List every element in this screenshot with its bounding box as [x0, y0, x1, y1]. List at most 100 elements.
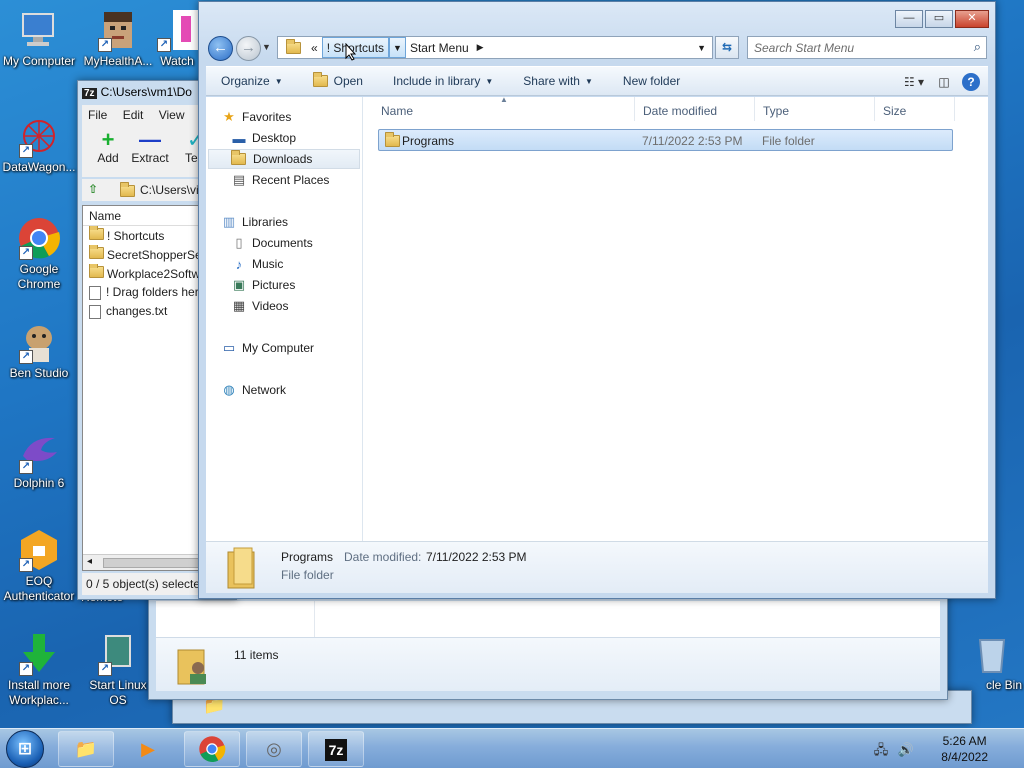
- chevron-down-icon: ▼: [274, 76, 283, 86]
- desktop-icon-my-computer[interactable]: My Computer: [1, 8, 77, 69]
- scroll-left-icon[interactable]: ◂: [87, 556, 92, 567]
- recent-pages-dropdown[interactable]: ▼: [262, 42, 271, 52]
- downloads-folder-icon: [231, 150, 246, 165]
- taskbar-chrome[interactable]: [184, 731, 240, 767]
- shortcut-arrow-icon: ↗: [19, 350, 33, 364]
- add-button[interactable]: + Add: [86, 127, 130, 166]
- shortcut-arrow-icon: ↗: [19, 246, 33, 260]
- refresh-button[interactable]: ⇆: [715, 36, 739, 59]
- start-button[interactable]: ⊞: [6, 730, 44, 768]
- back-button[interactable]: ←: [208, 36, 233, 61]
- details-date: 7/11/2022 2:53 PM: [426, 550, 527, 564]
- computer-icon: ▭: [222, 340, 236, 355]
- plus-icon: +: [101, 127, 115, 152]
- view-controls: ☷ ▾ ◫ ?: [896, 71, 980, 93]
- 7zip-icon: 7z: [324, 739, 348, 761]
- breadcrumb-start-menu[interactable]: Start Menu: [406, 37, 473, 58]
- desktop-icon-watch[interactable]: ↗ Watch: [152, 8, 202, 69]
- desktop-icon-install-workplace[interactable]: ↗ Install more Workplac...: [1, 632, 77, 708]
- extract-button[interactable]: — Extract: [128, 127, 172, 166]
- share-with-button[interactable]: Share with ▼: [508, 66, 608, 96]
- network-tray-icon[interactable]: 🖧: [874, 742, 889, 757]
- column-header-type[interactable]: Type: [755, 97, 875, 121]
- file-explorer-icon: 📁: [74, 739, 98, 759]
- details-type: File folder: [281, 568, 334, 582]
- minimize-button[interactable]: —: [895, 10, 923, 28]
- up-folder-icon[interactable]: ⇧: [88, 182, 98, 196]
- navigation-pane: ★ Favorites ▬ Desktop Downloads ▤ Recent Pl…: [206, 97, 363, 541]
- breadcrumb-overflow[interactable]: «: [307, 37, 322, 58]
- open-button[interactable]: Open: [298, 66, 378, 96]
- maximize-button[interactable]: ▭: [925, 10, 953, 28]
- nav-downloads[interactable]: Downloads: [208, 149, 360, 169]
- search-icon[interactable]: ⌕: [974, 39, 981, 55]
- clock-time: 5:26 AM: [942, 734, 987, 748]
- disc-burner-icon: ◎: [266, 739, 282, 759]
- taskbar-media-player[interactable]: ▶: [120, 731, 176, 767]
- details-pane: Programs Date modified: 7/11/2022 2:53 P…: [206, 541, 988, 593]
- nav-favorites[interactable]: ★ Favorites: [220, 107, 377, 127]
- address-bar[interactable]: « ! Shortcuts ▼ Start Menu ▶ ▼: [277, 36, 713, 59]
- new-folder-button[interactable]: New folder: [608, 66, 695, 96]
- clock[interactable]: 5:26 AM 8/4/2022: [941, 733, 988, 765]
- desktop-icon-myhealth[interactable]: ↗ MyHealthA...: [80, 8, 156, 69]
- network-graph-icon: ↗: [17, 114, 61, 158]
- chrome-icon: [198, 736, 226, 767]
- music-icon: ♪: [235, 256, 243, 272]
- libraries-icon: ▥: [222, 214, 236, 229]
- table-row[interactable]: Programs 7/11/2022 2:53 PM File folder: [378, 129, 953, 151]
- desktop-icon-dolphin[interactable]: ↗ Dolphin 6: [1, 430, 77, 491]
- column-header-date-modified[interactable]: Date modified: [635, 97, 755, 121]
- address-dropdown[interactable]: ▼: [697, 43, 706, 53]
- file-list[interactable]: Name ▲ Date modified Type Size Programs …: [363, 95, 988, 541]
- taskbar-7zip[interactable]: 7z: [308, 731, 364, 767]
- taskbar-disc-burner[interactable]: ◎: [246, 731, 302, 767]
- breadcrumb-shortcuts-dropdown[interactable]: ▼: [389, 37, 406, 58]
- close-button[interactable]: ✕: [955, 10, 989, 28]
- desktop-icon: ▬: [232, 130, 246, 146]
- mouse-cursor-icon: [345, 42, 357, 64]
- change-view-icon[interactable]: ☷ ▾: [902, 71, 926, 93]
- folder-icon: [89, 264, 104, 278]
- preview-pane-icon[interactable]: ◫: [932, 71, 956, 93]
- volume-icon[interactable]: 🔊: [898, 742, 914, 757]
- clock-date: 8/4/2022: [941, 750, 988, 764]
- minus-icon: —: [139, 127, 161, 152]
- help-icon[interactable]: ?: [962, 73, 980, 91]
- pixel-face-icon: ↗: [96, 8, 140, 52]
- organize-button[interactable]: Organize ▼: [206, 66, 298, 96]
- desktop-icon-start-linux[interactable]: ↗ Start Linux OS: [80, 632, 156, 708]
- include-in-library-button[interactable]: Include in library ▼: [378, 66, 508, 96]
- shortcut-arrow-icon: ↗: [98, 38, 112, 52]
- desktop-icon-google-chrome[interactable]: ↗ Google Chrome: [1, 216, 77, 292]
- desktop-icon-eoq[interactable]: ↗ EOQ Authenticator: [1, 528, 77, 604]
- menu-edit[interactable]: Edit: [117, 105, 150, 125]
- taskbar: ⊞ 📁 ▶ ◎ 7z 🖧 🔊 5:26 AM 8/4/2022: [0, 728, 1024, 768]
- column-header-size[interactable]: Size: [875, 97, 955, 121]
- explorer-window[interactable]: — ▭ ✕ ← → ▼ « ! Shortcuts ▼ Start Menu ▶…: [198, 1, 996, 599]
- file-icon: [89, 285, 101, 300]
- network-icon: ◍: [223, 382, 235, 397]
- chevron-down-icon: ▼: [485, 76, 494, 86]
- nav-my-computer[interactable]: ▭ My Computer: [220, 338, 377, 358]
- item-count: 11 items: [234, 648, 279, 662]
- command-bar: Organize ▼ Open Include in library ▼ Share…: [206, 66, 988, 96]
- desktop-icon-recycle-bin[interactable]: cle Bin: [962, 632, 1022, 693]
- folder-icon: [120, 182, 135, 197]
- star-icon: ★: [223, 109, 235, 124]
- desktop-icon-datawagon[interactable]: ↗ DataWagon...: [1, 114, 77, 175]
- nav-libraries[interactable]: ▥ Libraries: [220, 212, 377, 232]
- shortcut-arrow-icon: ↗: [19, 460, 33, 474]
- media-player-icon: ▶: [141, 739, 155, 759]
- breadcrumb-separator-icon[interactable]: ▶: [473, 42, 488, 53]
- recent-places-icon: ▤: [232, 172, 246, 187]
- desktop-icon-ben-studio[interactable]: ↗ Ben Studio: [1, 320, 77, 381]
- forward-button[interactable]: →: [236, 36, 261, 61]
- taskbar-file-explorer[interactable]: 📁: [58, 731, 114, 767]
- menu-file[interactable]: File: [82, 105, 113, 125]
- dog-icon: ↗: [17, 320, 61, 364]
- menu-view[interactable]: View: [153, 105, 191, 125]
- folder-icon: [312, 72, 328, 87]
- search-input[interactable]: Search Start Menu ⌕: [747, 36, 987, 59]
- nav-network[interactable]: ◍ Network: [220, 380, 377, 400]
